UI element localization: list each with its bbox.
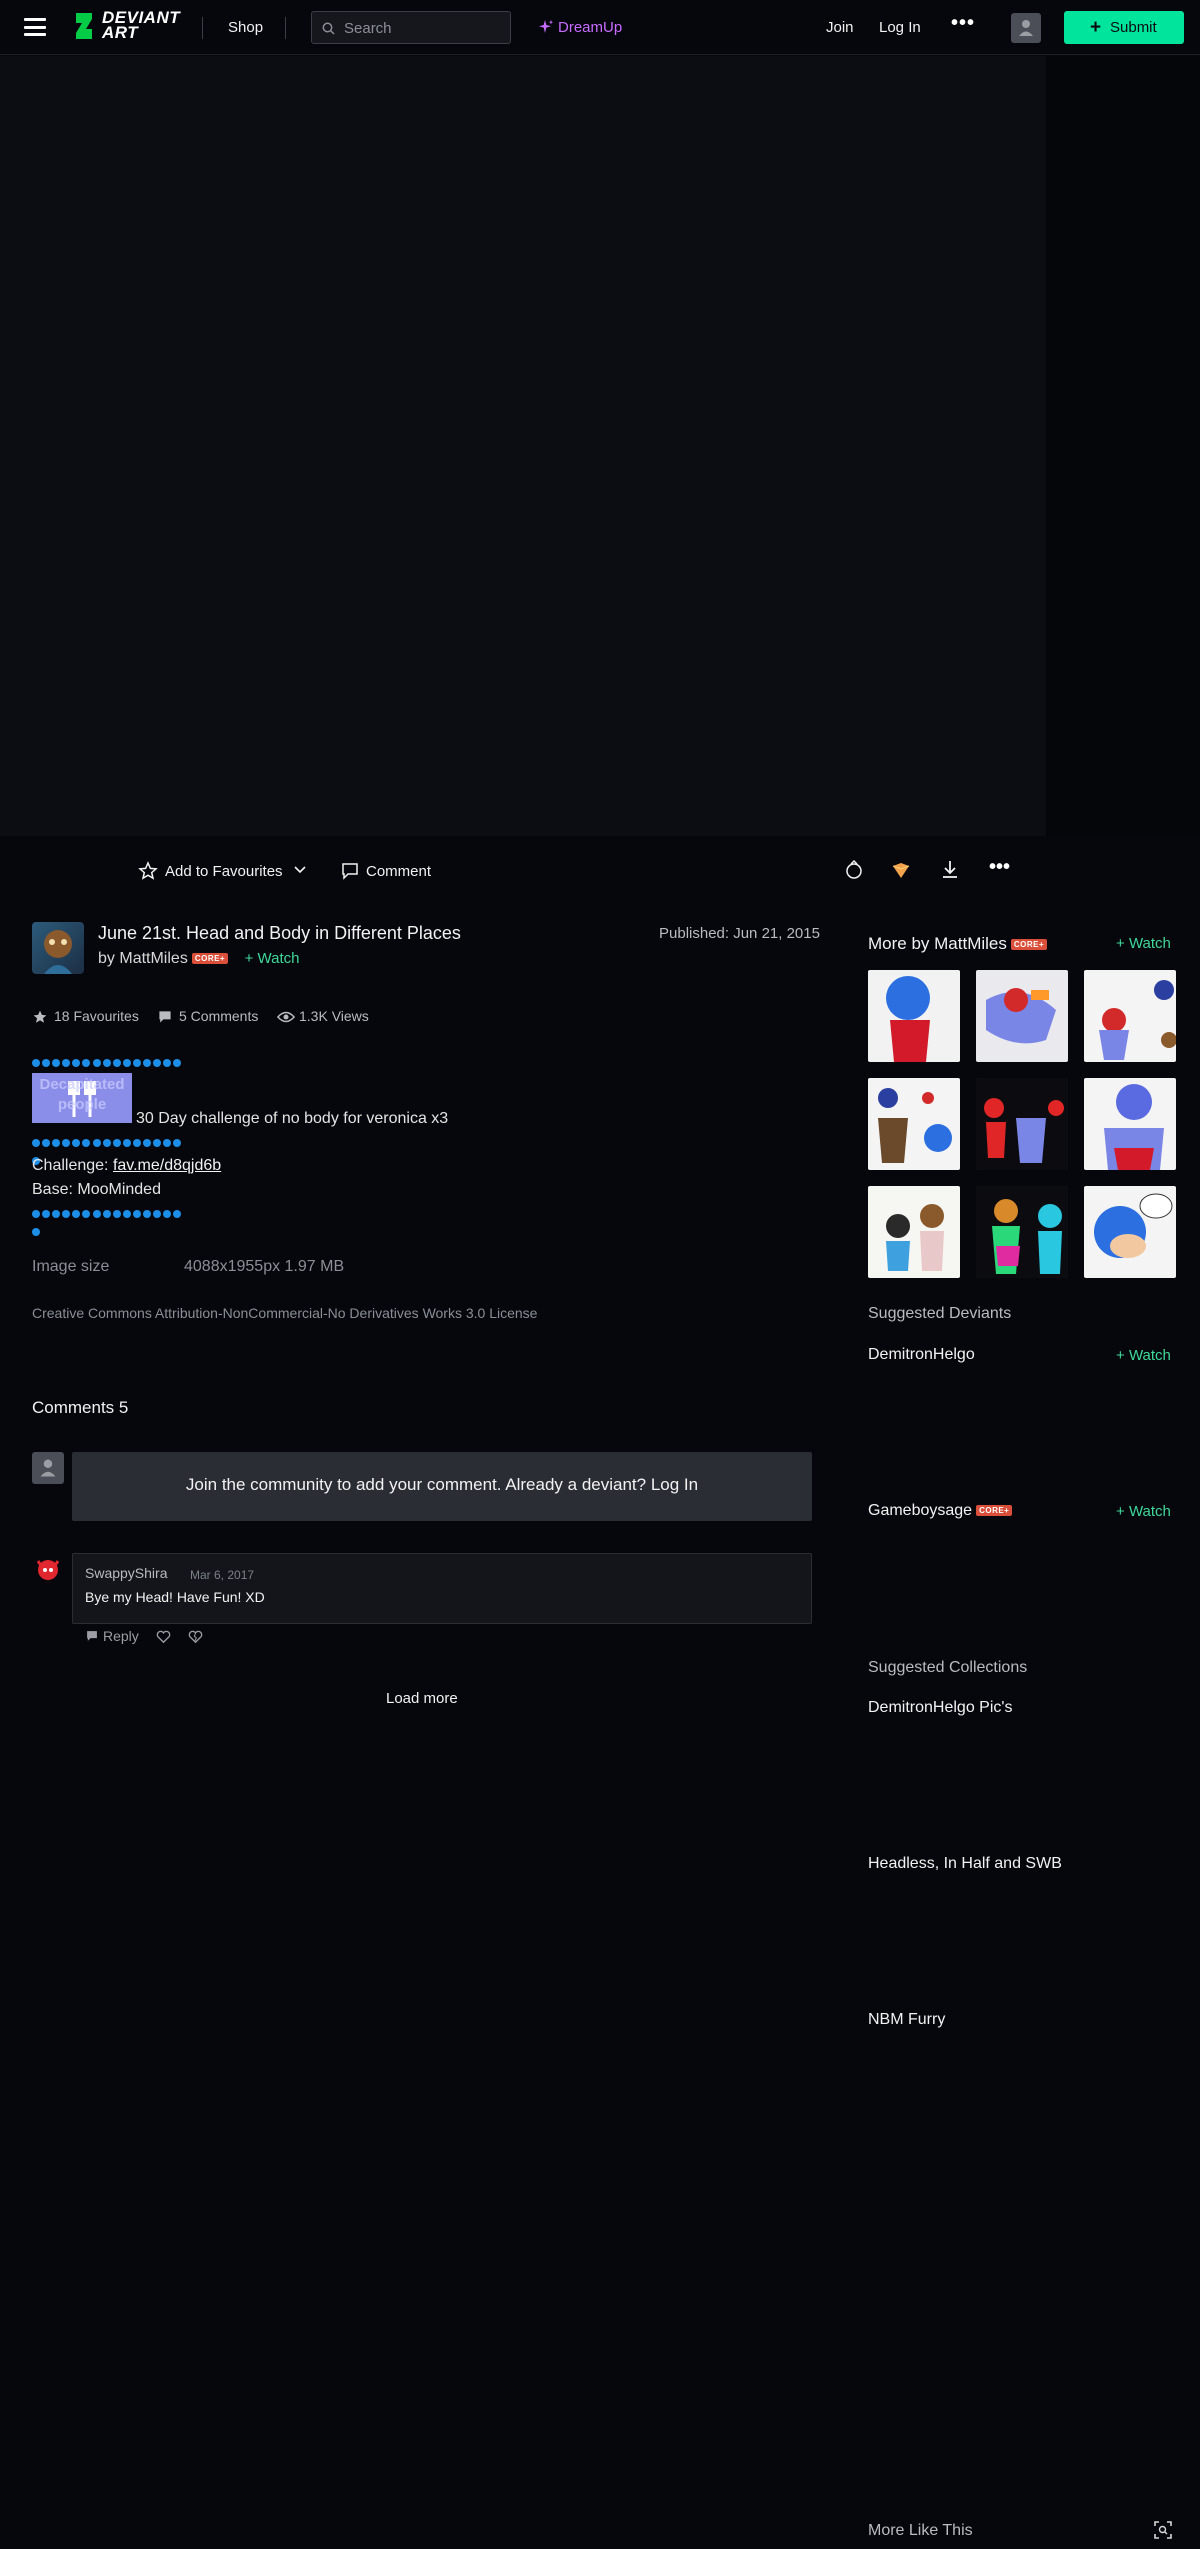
watch-label: Watch — [1128, 935, 1171, 952]
more-by-label: More by MattMiles — [868, 934, 1007, 953]
image-size-label: Image size — [32, 1258, 110, 1275]
points-gift-icon[interactable] — [888, 857, 914, 883]
challenge-line: Challenge: fav.me/d8qjd6b — [32, 1157, 221, 1175]
star-icon — [33, 1010, 47, 1023]
views-label: 1.3K Views — [299, 1008, 369, 1024]
more-options-button[interactable]: ••• — [989, 856, 1010, 879]
watch-label: Watch — [257, 950, 300, 967]
more-like-this-heading: More Like This — [868, 2522, 973, 2539]
bead-divider — [32, 1210, 192, 1236]
comment-date[interactable]: Mar 6, 2017 — [190, 1568, 254, 1582]
join-link[interactable]: Join — [826, 19, 854, 36]
suggested-deviant-name[interactable]: Gameboysage CORE+ — [868, 1502, 1013, 1520]
deviation-image-area[interactable] — [0, 56, 1200, 836]
suggested-collections-heading: Suggested Collections — [868, 1659, 1028, 1676]
stamp-text: Decapitated people — [39, 1076, 125, 1113]
divider — [202, 17, 203, 39]
divider — [285, 17, 286, 39]
watch-label: Watch — [1128, 1347, 1171, 1364]
commenter-avatar[interactable] — [32, 1553, 64, 1585]
suggested-deviants-heading: Suggested Deviants — [868, 1305, 1012, 1322]
image-size-value: 4088x1955px 1.97 MB — [184, 1258, 345, 1275]
plus-icon: + — [1090, 17, 1102, 38]
thumbnail[interactable] — [868, 970, 960, 1062]
sparkle-icon — [539, 20, 553, 33]
comment-icon — [87, 1631, 97, 1641]
challenge-link[interactable]: fav.me/d8qjd6b — [113, 1157, 221, 1174]
challenge-label: Challenge: — [32, 1157, 109, 1174]
user-avatar-icon[interactable] — [1011, 13, 1041, 43]
license-link[interactable]: Creative Commons Attribution-NonCommerci… — [32, 1305, 537, 1321]
comment-icon — [342, 863, 358, 880]
chevron-down-icon[interactable] — [294, 866, 306, 874]
search-icon — [322, 22, 335, 35]
deviant-name-label: Gameboysage — [868, 1502, 973, 1519]
thumbnail[interactable] — [1084, 970, 1176, 1062]
login-link[interactable]: Log In — [879, 19, 921, 36]
reply-label: Reply — [103, 1628, 139, 1644]
badge-icon[interactable] — [841, 857, 867, 883]
image-side-gutter — [1046, 56, 1200, 836]
core-badge: CORE+ — [976, 1505, 1013, 1517]
by-label: by — [98, 950, 115, 967]
author-link[interactable]: MattMiles — [119, 950, 187, 967]
thumbnail[interactable] — [976, 1186, 1068, 1278]
favourites-label: 18 Favourites — [54, 1008, 139, 1024]
deviation-title: June 21st. Head and Body in Different Pl… — [98, 923, 461, 943]
suggested-deviant-name[interactable]: DemitronHelgo — [868, 1346, 975, 1364]
submit-button[interactable]: + Submit — [1064, 11, 1184, 44]
stamp-image: Decapitated people — [32, 1073, 132, 1123]
comment-icon — [159, 1011, 171, 1023]
thumbnail[interactable] — [1084, 1078, 1176, 1170]
add-to-favourites-label: Add to Favourites — [165, 863, 283, 880]
search-placeholder: Search — [344, 20, 392, 37]
download-icon[interactable] — [937, 857, 963, 883]
join-prompt-text: Join the community to add your comment. … — [185, 1475, 699, 1494]
watch-button[interactable]: + Watch — [1116, 935, 1171, 952]
comment-text: Bye my Head! Have Fun! XD — [85, 1589, 265, 1605]
watch-button[interactable]: + Watch — [1116, 1503, 1171, 1520]
core-badge: CORE+ — [191, 953, 229, 965]
star-icon — [138, 861, 158, 880]
thumbnail[interactable] — [976, 970, 1068, 1062]
collection-link[interactable]: NBM Furry — [868, 2011, 945, 2029]
broken-heart-icon[interactable] — [188, 1630, 203, 1644]
thumbnail[interactable] — [868, 1186, 960, 1278]
author-avatar[interactable] — [32, 922, 84, 974]
comment-username[interactable]: SwappyShira — [85, 1565, 168, 1581]
more-by-heading[interactable]: More by MattMiles CORE+ — [868, 934, 1048, 954]
eye-icon — [277, 1011, 295, 1023]
dreamup-label: DreamUp — [558, 19, 623, 36]
thumbnail[interactable] — [1084, 1186, 1176, 1278]
collection-link[interactable]: DemitronHelgo Pic's — [868, 1699, 1012, 1717]
comment-label: Comment — [366, 863, 432, 880]
byline: by MattMiles CORE+ + Watch — [98, 950, 299, 968]
watch-author-button[interactable]: + Watch — [245, 950, 300, 967]
bead-divider — [32, 1059, 192, 1085]
guest-avatar-icon — [32, 1452, 64, 1484]
description-line: 30 Day challenge of no body for veronica… — [136, 1110, 449, 1127]
more-menu-button[interactable]: ••• — [951, 12, 975, 35]
menu-icon[interactable] — [24, 18, 46, 36]
visual-search-icon[interactable] — [1154, 2521, 1172, 2539]
watch-label: Watch — [1128, 1503, 1171, 1520]
bead-divider — [32, 1139, 192, 1165]
watch-button[interactable]: + Watch — [1116, 1347, 1171, 1364]
thumbnail[interactable] — [868, 1078, 960, 1170]
core-badge: CORE+ — [1010, 939, 1048, 951]
load-more-button[interactable]: Load more — [386, 1690, 458, 1707]
deviantart-wordmark[interactable]: DEVIANT ART — [102, 9, 180, 41]
search-input[interactable]: Search — [311, 11, 511, 44]
base-line: Base: MooMinded — [32, 1181, 161, 1198]
comments-heading: Comments 5 — [32, 1398, 129, 1417]
shop-link[interactable]: Shop — [228, 19, 263, 36]
top-navigation-bar: DEVIANT ART Shop Search DreamUp Join Log… — [0, 0, 1200, 55]
published-date: Published: Jun 21, 2015 — [659, 925, 820, 942]
heart-icon[interactable] — [156, 1630, 171, 1644]
thumbnail[interactable] — [976, 1078, 1068, 1170]
comments-label: 5 Comments — [179, 1008, 259, 1024]
join-community-prompt[interactable]: Join the community to add your comment. … — [72, 1452, 812, 1521]
collection-link[interactable]: Headless, In Half and SWB — [868, 1855, 1062, 1873]
submit-label: Submit — [1110, 19, 1157, 36]
